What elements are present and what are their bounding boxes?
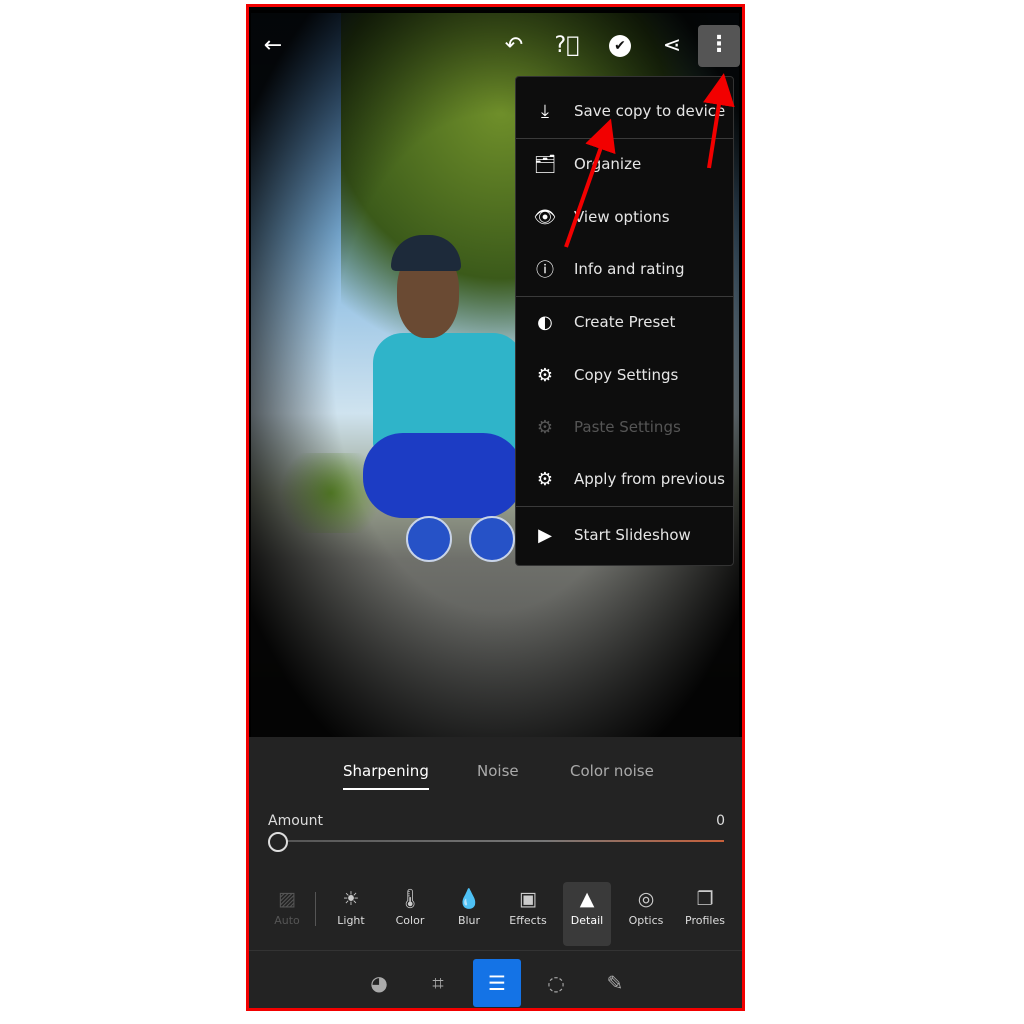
menu-item-copy-settings[interactable]: ⚙ Copy Settings [516,349,733,401]
menu-item-label: Info and rating [574,260,685,278]
tab-sharpening[interactable]: Sharpening [343,762,429,790]
menu-divider [516,506,733,507]
menu-item-label: Organize [574,155,642,173]
detail-tabs: Sharpening Noise Color noise [249,762,742,792]
top-toolbar: ← ↶ ?⃝ ✔ ⋖ ⋮ [249,7,742,87]
eye-icon: 👁 [533,206,557,228]
tool-effects[interactable]: ▣ Effects [504,882,552,946]
tab-color-noise[interactable]: Color noise [570,762,654,780]
menu-item-paste-settings: ⚙ Paste Settings [516,401,733,453]
tool-auto[interactable]: ▨ Auto [263,882,311,946]
tool-label: Optics [628,914,664,927]
more-vertical-icon[interactable]: ⋮ [698,25,740,67]
paste-settings-icon: ⚙ [536,416,554,438]
tool-profiles[interactable]: ❐ Profiles [681,882,729,946]
play-icon: ▶ [538,524,552,546]
menu-item-create-preset[interactable]: ◐ Create Preset [516,296,733,348]
menu-item-apply-previous[interactable]: ⚙ Apply from previous [516,453,733,505]
lens-icon: ◎ [637,888,655,910]
crop-icon[interactable]: ⌗ [414,959,462,1007]
tool-optics[interactable]: ◎ Optics [622,882,670,946]
slider-value: 0 [716,813,725,829]
menu-item-label: Save copy to device [574,102,726,120]
overflow-menu: ⤓ Save copy to device 🗂 Organize 👁 View opt… [515,76,734,566]
tool-label: Color [395,914,425,927]
menu-item-view-options[interactable]: 👁 View options [516,191,733,243]
apply-previous-icon: ⚙ [536,468,554,490]
folder-icon: 🗂 [533,153,557,175]
tool-light[interactable]: ☀ Light [327,882,375,946]
thermometer-icon: 🌡 [397,888,423,910]
tool-color[interactable]: 🌡 Color [386,882,434,946]
tool-separator [315,892,316,926]
auto-icon: ▨ [278,888,296,910]
back-arrow-icon[interactable]: ← [258,31,288,61]
vignette-icon: ▣ [519,888,537,910]
menu-item-label: Create Preset [574,313,676,331]
edit-panel: Sharpening Noise Color noise Amount 0 ▨ A… [249,737,742,1008]
menu-item-organize[interactable]: 🗂 Organize [516,138,733,190]
menu-item-label: Paste Settings [574,418,681,436]
tab-noise[interactable]: Noise [477,762,519,780]
bottom-toolbar: ◕ ⌗ ☰ ◌ ✎ [249,950,742,1008]
undo-icon[interactable]: ↶ [499,31,529,61]
tool-label: Effects [509,914,547,927]
menu-item-label: Start Slideshow [574,526,691,544]
menu-item-label: Copy Settings [574,366,679,384]
create-preset-icon: ◐ [537,311,553,333]
share-icon[interactable]: ⋖ [657,31,687,61]
tool-label: Auto [274,914,300,927]
menu-item-label: View options [574,208,670,226]
healing-icon[interactable]: ✎ [591,959,639,1007]
tool-label: Light [337,914,365,927]
menu-item-slideshow[interactable]: ▶ Start Slideshow [516,509,733,561]
download-icon: ⤓ [541,100,549,122]
slider-label: Amount [268,813,324,829]
menu-item-save-copy[interactable]: ⤓ Save copy to device [516,85,733,137]
checkmark-icon[interactable]: ✔ [609,35,631,57]
tool-label: Blur [457,914,481,927]
info-icon: ⓘ [536,260,554,281]
sun-icon: ☀ [342,888,360,910]
edit-sliders-icon[interactable]: ☰ [473,959,521,1007]
profiles-icon: ❐ [696,888,714,910]
blur-drop-icon: 💧 [457,888,481,910]
masking-icon[interactable]: ◌ [532,959,580,1007]
amount-slider-handle[interactable] [268,832,288,852]
app-screen: ← ↶ ?⃝ ✔ ⋖ ⋮ ⤓ Save copy to device 🗂 Organ… [246,4,745,1011]
tool-label: Detail [570,914,604,927]
presets-icon[interactable]: ◕ [355,959,403,1007]
menu-item-label: Apply from previous [574,470,725,488]
amount-slider-track[interactable] [279,840,724,842]
copy-settings-icon: ⚙ [536,364,554,386]
menu-item-info[interactable]: ⓘ Info and rating [516,243,733,295]
detail-triangle-icon: ▲ [579,888,595,910]
tool-blur[interactable]: 💧 Blur [445,882,493,946]
help-icon[interactable]: ?⃝ [552,31,582,61]
tool-detail[interactable]: ▲ Detail [563,882,611,946]
tool-label: Profiles [685,914,725,927]
tool-strip: ▨ Auto ☀ Light 🌡 Color 💧 Blur ▣ Effects ▲ Deta… [249,882,742,950]
